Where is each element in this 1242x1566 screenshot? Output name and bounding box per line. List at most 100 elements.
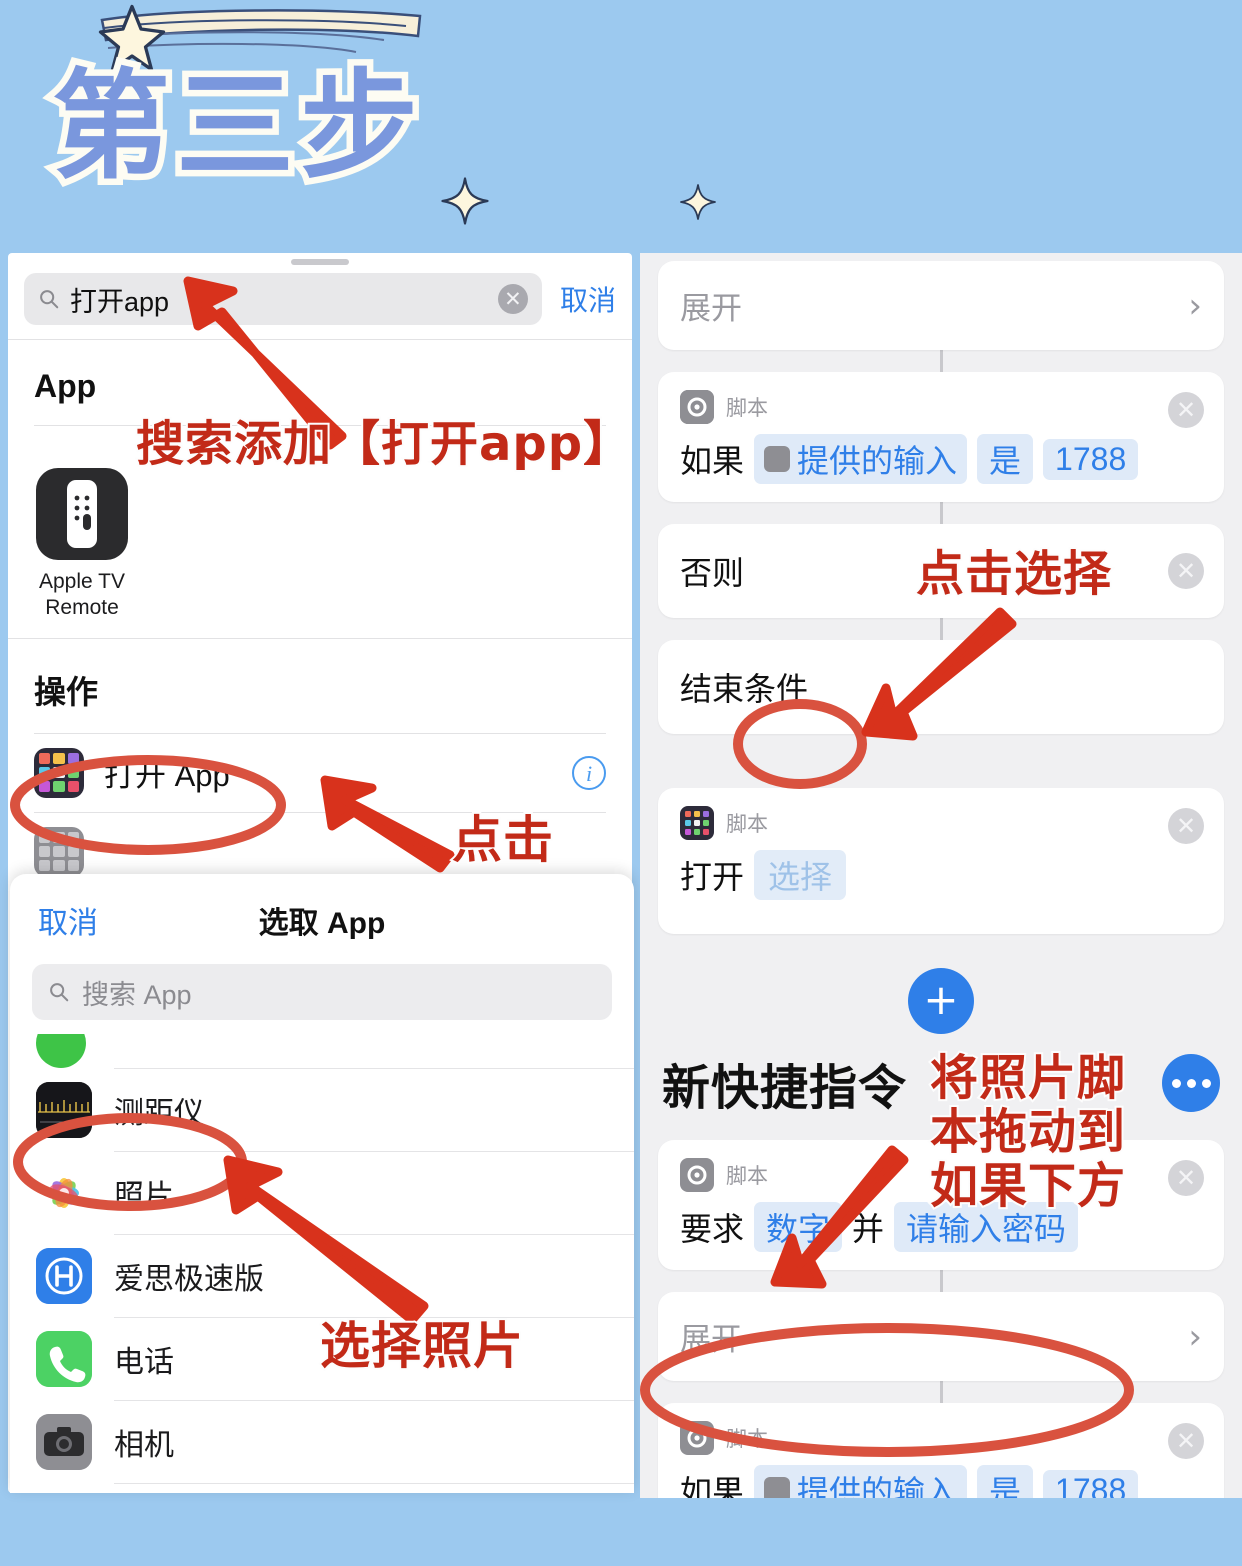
app-picker-search-input[interactable]: 搜索 App xyxy=(32,964,612,1020)
sparkle-decoration-2 xyxy=(680,184,716,220)
app-picker-cancel-button[interactable]: 取消 xyxy=(38,898,98,942)
app-picker-list: 测距仪 照片 爱思极速版 电话 相机 xyxy=(10,1034,634,1493)
annotation-drag-photos: 将照片脚 本拖动到 如果下方 xyxy=(928,1049,1127,1214)
card-body: 打开 选择 xyxy=(680,850,1202,900)
connector-line xyxy=(939,1270,943,1292)
annotation-tap: 点击 xyxy=(450,810,555,870)
if-prefix: 如果 xyxy=(680,443,745,479)
action-label: 打开 App xyxy=(104,758,230,793)
screenshot-root: 第三步 打开app ✕ 取消 App Apple TV Remote 操作 打开… xyxy=(0,0,1242,1566)
search-value: 打开app xyxy=(70,286,170,317)
card-body: 如果 提供的输入 是 1788 xyxy=(680,434,1202,484)
action-row-open-app[interactable]: 打开 App i xyxy=(8,734,632,812)
card-if-condition-bottom[interactable]: 脚本 如果 提供的输入 是 1788 ✕ xyxy=(658,1403,1224,1498)
app-picker-title: 选取 App xyxy=(258,907,386,940)
script-gear-icon xyxy=(764,446,791,472)
list-item[interactable]: 测距仪 xyxy=(10,1069,634,1151)
chevron-right-icon[interactable]: › xyxy=(1188,1317,1202,1357)
card-body: 如果 提供的输入 是 1788 xyxy=(680,1465,1202,1498)
close-circle-icon[interactable]: ✕ xyxy=(1168,1423,1204,1459)
search-cancel-button[interactable]: 取消 xyxy=(542,279,616,319)
open-app-grid-icon xyxy=(34,747,84,798)
token-value[interactable]: 1788 xyxy=(1043,438,1139,480)
close-circle-icon[interactable]: ✕ xyxy=(1168,808,1204,844)
card-kicker: 脚本 xyxy=(680,390,1202,424)
camera-icon xyxy=(36,1414,92,1470)
apple-tv-remote-icon xyxy=(36,468,128,560)
card-kicker-label: 脚本 xyxy=(726,813,768,836)
search-input[interactable]: 打开app ✕ xyxy=(24,273,542,325)
app-name: 爱思极速版 xyxy=(114,1263,264,1296)
card-end-condition[interactable]: 结束条件 xyxy=(658,640,1224,734)
app-name: 测距仪 xyxy=(114,1097,204,1130)
card-kicker-label: 脚本 xyxy=(726,1428,768,1451)
script-gear-icon xyxy=(680,390,714,424)
connector-line xyxy=(939,350,943,372)
open-prefix: 打开 xyxy=(680,859,745,895)
right-phone-panel: 展开 › 脚本 如果 提供的输入 是 1788 ✕ 否则 ✕ 结束条件 脚本 打… xyxy=(640,253,1242,1498)
search-icon xyxy=(40,290,59,309)
card-open-app-unset[interactable]: 脚本 打开 选择 ✕ xyxy=(658,788,1224,934)
aisi-icon xyxy=(36,1248,92,1304)
phone-icon xyxy=(36,1331,92,1387)
script-gear-icon xyxy=(680,1421,714,1455)
ask-conjunction: 并 xyxy=(852,1211,885,1247)
action-section-heading: 操作 xyxy=(34,673,99,710)
script-gear-icon xyxy=(680,1158,714,1192)
annotation-tap-select: 点击选择 xyxy=(914,545,1113,602)
photos-icon xyxy=(36,1165,92,1221)
token-operator[interactable]: 是 xyxy=(977,434,1034,484)
page-title: 新快捷指令 xyxy=(662,1062,908,1115)
card-expand-top[interactable]: 展开 › xyxy=(658,261,1224,350)
list-item[interactable]: 相机 xyxy=(10,1401,634,1483)
list-item[interactable]: 爱思极速版 xyxy=(10,1235,634,1317)
token-value[interactable]: 1788 xyxy=(1043,1469,1139,1498)
measure-icon xyxy=(36,1082,92,1138)
chevron-right-icon[interactable]: › xyxy=(1188,286,1202,326)
app-result-label: Apple TV Remote xyxy=(39,570,125,620)
sparkle-decoration-1 xyxy=(441,177,489,225)
app-name: 电话 xyxy=(114,1346,174,1379)
token-operator[interactable]: 是 xyxy=(977,1465,1034,1498)
info-icon[interactable]: i xyxy=(572,755,606,790)
annotation-choose-photos: 选择照片 xyxy=(318,1316,525,1376)
if-prefix: 如果 xyxy=(680,1474,745,1498)
add-action-button[interactable]: + xyxy=(908,968,974,1034)
list-item[interactable]: 稿 稿定设计 xyxy=(10,1484,634,1493)
token-input-type[interactable]: 数字 xyxy=(754,1202,843,1252)
list-item[interactable] xyxy=(10,1034,634,1068)
expand-label: 展开 xyxy=(680,1322,742,1357)
token-provided-input[interactable]: 提供的输入 xyxy=(754,434,968,484)
app-picker-sheet: 取消 选取 App 搜索 App 测距仪 照片 爱思极速版 电话 相机 xyxy=(10,874,634,1493)
expand-label: 展开 xyxy=(680,291,742,326)
close-circle-icon[interactable]: ✕ xyxy=(1168,1160,1204,1196)
header-banner: 第三步 xyxy=(0,0,1242,253)
card-kicker-label: 脚本 xyxy=(726,1165,768,1188)
script-gear-icon xyxy=(764,1477,791,1498)
remote-buttons-icon xyxy=(74,495,91,530)
card-kicker: 脚本 xyxy=(680,806,1202,840)
app-result-apple-tv-remote[interactable]: Apple TV Remote xyxy=(34,468,130,622)
close-circle-icon[interactable]: ✕ xyxy=(1168,553,1204,589)
token-label: 提供的输入 xyxy=(797,443,958,479)
card-kicker: 脚本 xyxy=(680,1421,1202,1455)
connector-line xyxy=(939,502,943,524)
list-item[interactable]: 照片 xyxy=(10,1152,634,1234)
partial-action-icon xyxy=(34,826,84,877)
token-provided-input[interactable]: 提供的输入 xyxy=(754,1465,968,1498)
app-picker-search-placeholder: 搜索 App xyxy=(82,979,192,1010)
token-choose-app[interactable]: 选择 xyxy=(754,850,847,900)
annotation-search-add: 搜索添加【打开app】 xyxy=(134,415,633,472)
ask-prefix: 要求 xyxy=(680,1211,745,1247)
app-name: 照片 xyxy=(114,1180,174,1213)
card-expand-bottom[interactable]: 展开 › xyxy=(658,1292,1224,1381)
step-title: 第三步 xyxy=(45,51,425,202)
search-icon xyxy=(50,983,69,1002)
clear-icon[interactable]: ✕ xyxy=(497,284,528,314)
connector-line xyxy=(939,618,943,640)
more-dots-icon[interactable] xyxy=(1162,1054,1220,1112)
end-condition-label: 结束条件 xyxy=(680,671,809,707)
card-if-condition-top[interactable]: 脚本 如果 提供的输入 是 1788 ✕ xyxy=(658,372,1224,502)
close-circle-icon[interactable]: ✕ xyxy=(1168,392,1204,428)
connector-line xyxy=(939,1381,943,1403)
